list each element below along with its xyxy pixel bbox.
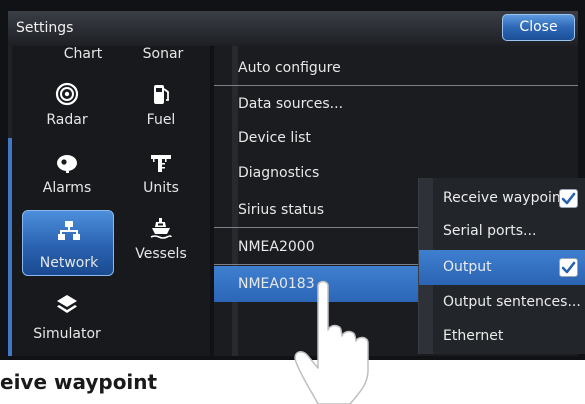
menu-item-data-sources[interactable]: Data sources... (214, 86, 578, 122)
category-alarms[interactable]: Alarms (22, 150, 112, 210)
submenu-item-label: Output sentences... (443, 294, 581, 310)
menu-item-device-list[interactable]: Device list (214, 120, 578, 156)
tapping-hand-icon (294, 280, 369, 404)
settings-category-panel: Chart Sonar Radar Fuel Alarms Units Netw… (8, 46, 210, 356)
category-label: Network (39, 255, 99, 271)
nmea0183-submenu: Receive waypoint Serial ports... Output … (418, 178, 585, 354)
submenu-item-label: Serial ports... (443, 223, 537, 239)
submenu-item-receive-waypoint[interactable]: Receive waypoint (419, 181, 585, 216)
fuel-pump-icon (154, 85, 169, 104)
category-network[interactable]: Network (22, 210, 114, 276)
submenu-item-output[interactable]: Output (419, 250, 585, 285)
checkmark-icon (561, 261, 576, 274)
category-scrollbar-thumb[interactable] (8, 138, 12, 356)
output-checkbox[interactable] (559, 258, 578, 277)
category-vessels[interactable]: Vessels (116, 216, 206, 276)
menu-item-auto-configure[interactable]: Auto configure (214, 50, 578, 86)
submenu-item-ethernet[interactable]: Ethernet (419, 319, 585, 354)
category-units[interactable]: Units (116, 150, 206, 210)
network-icon (58, 221, 80, 240)
category-label: Fuel (146, 112, 176, 128)
category-fuel[interactable]: Fuel (116, 82, 206, 142)
category-label: Alarms (42, 180, 92, 196)
submenu-item-label: Output (443, 259, 492, 275)
caption-heading: eive waypoint (0, 370, 158, 394)
category-scrollbar[interactable] (8, 46, 12, 356)
radar-icon (55, 82, 79, 106)
category-label: Radar (46, 112, 88, 128)
category-label: Simulator (33, 326, 101, 342)
category-label: Chart (63, 46, 103, 62)
vessels-icon (150, 218, 172, 239)
submenu-item-output-sentences[interactable]: Output sentences... (419, 285, 585, 320)
category-label: Units (143, 180, 179, 196)
category-radar[interactable]: Radar (22, 82, 112, 142)
submenu-item-serial-ports[interactable]: Serial ports... (419, 214, 585, 249)
units-ruler-icon (151, 155, 171, 172)
category-simulator[interactable]: Simulator (22, 292, 112, 352)
submenu-item-label: Ethernet (443, 328, 504, 344)
close-button[interactable]: Close (502, 14, 575, 41)
category-label: Sonar (142, 46, 184, 62)
simulator-layers-icon (57, 295, 77, 313)
checkmark-icon (561, 192, 576, 205)
submenu-item-label: Receive waypoint (443, 190, 567, 206)
category-label: Vessels (135, 246, 187, 262)
window-title: Settings (16, 20, 74, 36)
receive-waypoint-checkbox[interactable] (559, 189, 578, 208)
alarm-bell-icon (57, 155, 77, 173)
title-bar: Settings Close (8, 11, 578, 47)
